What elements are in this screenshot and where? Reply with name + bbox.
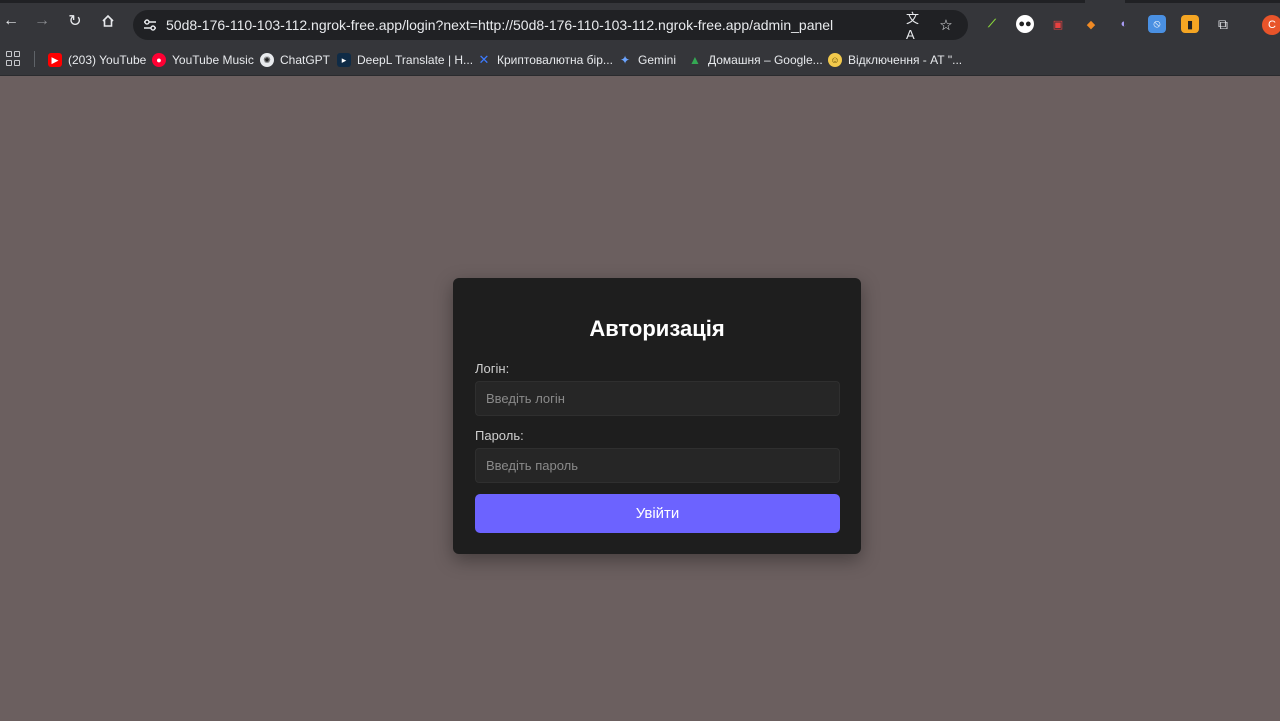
bookmark-label: DeepL Translate | Н...: [357, 53, 474, 67]
bookmark-label: ChatGPT: [280, 53, 331, 67]
bookmark-label: YouTube Music: [172, 53, 254, 67]
reload-button[interactable]: ↻: [62, 8, 88, 34]
profile-initial: C: [1268, 19, 1276, 31]
home-button[interactable]: [95, 8, 121, 34]
arrow-left-icon: ←: [3, 12, 19, 29]
bookmark-label: (203) YouTube: [68, 53, 147, 67]
extension-blue[interactable]: ⦸: [1148, 15, 1166, 33]
tab-strip-edge-right: [1125, 0, 1280, 3]
page-body: Авторизація Логін: Пароль: Увійти: [0, 77, 1280, 721]
extension-panda[interactable]: ●●: [1016, 15, 1034, 33]
emoji-icon: ☺: [828, 53, 842, 67]
forward-button[interactable]: →: [29, 8, 55, 34]
login-input[interactable]: [475, 381, 840, 416]
extension-lock[interactable]: ▣: [1049, 15, 1067, 33]
site-info-button[interactable]: [139, 14, 161, 36]
bookmark-label: Gemini: [638, 53, 677, 67]
bookmark-chatgpt[interactable]: ✺ ChatGPT: [260, 51, 330, 69]
login-title: Авторизація: [589, 316, 725, 341]
tab-strip-edge: [0, 0, 1085, 3]
youtube-icon: ▶: [48, 53, 62, 67]
bookmark-google-drive[interactable]: ▲ Домашня – Google...: [688, 51, 823, 69]
login-card: Авторизація Логін: Пароль: Увійти: [453, 278, 861, 554]
password-input[interactable]: [475, 448, 840, 483]
back-button[interactable]: ←: [0, 8, 24, 34]
login-label: Логін:: [475, 361, 510, 376]
bookmark-star-button[interactable]: ☆: [936, 15, 956, 35]
bookmarks-separator: [34, 51, 35, 67]
gemini-icon: ✦: [619, 53, 631, 67]
bookmarks-bar: ▶ (203) YouTube ● YouTube Music ✺ ChatGP…: [0, 42, 1280, 76]
apps-icon[interactable]: [6, 51, 22, 67]
bookmark-label: Домашня – Google...: [708, 53, 823, 67]
chart-extension-icon: ⟋: [988, 17, 996, 30]
youtube-music-icon: ●: [152, 53, 166, 67]
lock-extension-icon: ▣: [1052, 18, 1064, 31]
browser-toolbar: ← → ↻ 50d8-176-110-103-112.ngrok-free.ap…: [0, 0, 1280, 42]
address-bar[interactable]: 50d8-176-110-103-112.ngrok-free.app/logi…: [133, 10, 968, 42]
bookmark-crypto-exchange[interactable]: ✕ Криптовалютна бір...: [477, 51, 613, 69]
extensions-menu-button[interactable]: ⧉: [1214, 15, 1232, 33]
profile-avatar[interactable]: C: [1262, 15, 1280, 35]
tune-icon: [144, 19, 156, 31]
fox-extension-icon: ◆: [1086, 18, 1096, 31]
extension-metamask[interactable]: ◆: [1082, 15, 1100, 33]
extension-chart[interactable]: ⟋: [983, 15, 1001, 33]
bookmark-label: Відключення - АТ "...: [848, 53, 963, 67]
puzzle-icon: ⧉: [1218, 15, 1228, 32]
ghost-extension-icon: ◐: [1120, 18, 1128, 30]
bookmark-youtube-music[interactable]: ● YouTube Music: [152, 51, 254, 69]
login-submit-button[interactable]: Увійти: [475, 494, 840, 533]
reload-icon: ↻: [68, 13, 82, 30]
google-drive-icon: ▲: [689, 53, 701, 67]
chatgpt-icon: ✺: [260, 53, 274, 67]
home-icon: [102, 14, 114, 27]
bookmark-outages[interactable]: ☺ Відключення - АТ "...: [828, 51, 962, 69]
arrow-right-icon: →: [34, 12, 50, 29]
star-icon: ☆: [939, 17, 953, 34]
translate-icon: 文A: [906, 11, 920, 42]
square-extension-icon: ▮: [1186, 18, 1194, 31]
bookmark-label: Криптовалютна бір...: [497, 53, 613, 67]
extension-orange[interactable]: ▮: [1181, 15, 1199, 33]
password-label: Пароль:: [475, 428, 524, 443]
bookmark-deepl[interactable]: ▸ DeepL Translate | Н...: [337, 51, 473, 69]
bookmark-youtube[interactable]: ▶ (203) YouTube: [48, 51, 146, 69]
bookmark-gemini[interactable]: ✦ Gemini: [618, 51, 676, 69]
crypto-exchange-icon: ✕: [478, 52, 490, 67]
translate-button[interactable]: 文A: [906, 11, 926, 42]
shield-extension-icon: ⦸: [1153, 17, 1161, 30]
url-text[interactable]: 50d8-176-110-103-112.ngrok-free.app/logi…: [166, 17, 833, 33]
extension-ghost[interactable]: ◐: [1115, 15, 1133, 33]
deepl-icon: ▸: [337, 53, 351, 67]
panda-extension-icon: ●●: [1018, 18, 1032, 30]
